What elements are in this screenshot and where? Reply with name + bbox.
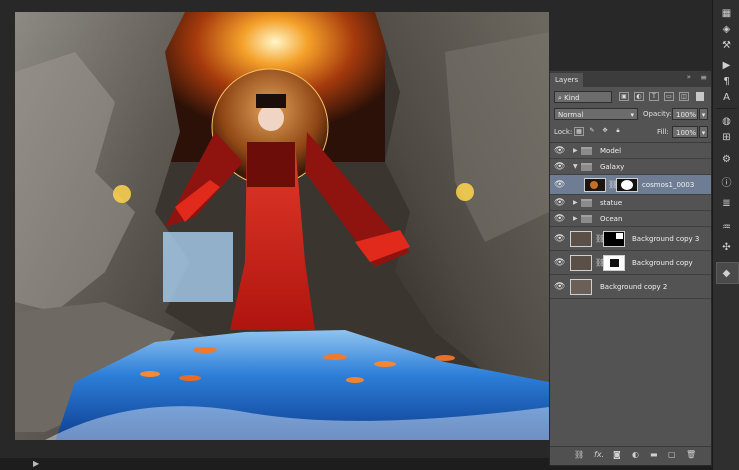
layers-icon[interactable]: ◆ xyxy=(718,266,735,280)
expand-arrow-icon[interactable]: ▶ xyxy=(573,199,578,206)
layer-thumbnail xyxy=(570,279,592,295)
chevron-down-icon: ▾ xyxy=(630,111,634,119)
layer-mask-thumbnail[interactable] xyxy=(603,231,625,247)
history-icon[interactable]: ▦ xyxy=(718,6,735,20)
layer-row-galaxy[interactable]: 👁︎ ▼ Galaxy xyxy=(550,159,711,175)
layer-row-model[interactable]: 👁︎ ▶ Model xyxy=(550,143,711,159)
layer-row-ocean[interactable]: 👁︎ ▶ Ocean xyxy=(550,211,711,227)
brush-icon[interactable]: ◍ xyxy=(718,114,735,128)
layer-name: Model xyxy=(600,147,622,155)
paragraph-icon[interactable]: ¶ xyxy=(718,74,735,88)
visibility-eye-icon[interactable]: 👁︎ xyxy=(554,282,565,292)
play-icon[interactable]: ▶ xyxy=(718,58,735,72)
mask-icon[interactable]: ◙ xyxy=(613,450,621,459)
folder-icon xyxy=(581,147,592,155)
layer-mask-thumbnail[interactable] xyxy=(603,255,625,271)
filter-toggle-icon[interactable] xyxy=(696,92,704,101)
layer-name: Galaxy xyxy=(600,163,625,171)
collapse-icon[interactable]: » xyxy=(687,73,691,81)
lock-move-icon[interactable]: ✥ xyxy=(600,127,610,136)
status-menu-arrow-icon[interactable]: ▶ xyxy=(33,459,39,468)
layer-row-background-copy-3[interactable]: 👁︎ ⛓︎ Background copy 3 xyxy=(550,227,711,251)
fx-icon[interactable]: fx. xyxy=(594,450,604,459)
swatches-icon[interactable]: ◈ xyxy=(718,22,735,36)
paths-icon[interactable]: ✣ xyxy=(718,240,735,254)
filter-type-icon[interactable]: T xyxy=(649,92,659,101)
layer-row-cosmos[interactable]: 👁︎ ⛓︎ cosmos1_0003 xyxy=(550,175,711,195)
layers-panel: Layers » ≡ ⌕ Kind ▣ ◐ T ▭ ◫ Normal ▾ Opa… xyxy=(549,70,712,466)
layer-mask-thumbnail[interactable] xyxy=(616,178,638,192)
layer-thumbnail xyxy=(570,255,592,271)
folder-icon xyxy=(581,163,592,171)
layer-name: Background copy 2 xyxy=(600,283,668,291)
blend-mode-label: Normal xyxy=(558,111,584,119)
lock-transparent-icon[interactable]: ▦ xyxy=(574,127,584,136)
visibility-eye-icon[interactable]: 👁︎ xyxy=(554,180,565,190)
lock-label: Lock: xyxy=(554,128,573,136)
fill-input[interactable]: 100% xyxy=(672,126,698,138)
filter-kind-label: Kind xyxy=(564,94,580,102)
visibility-eye-icon[interactable]: 👁︎ xyxy=(554,258,565,268)
layer-row-background-copy[interactable]: 👁︎ ⛓︎ Background copy xyxy=(550,251,711,275)
layer-name: statue xyxy=(600,199,623,207)
visibility-eye-icon[interactable]: 👁︎ xyxy=(554,198,565,208)
folder-icon[interactable]: ▬ xyxy=(650,450,658,459)
panel-menu-icon[interactable]: ≡ xyxy=(700,73,707,82)
filter-smart-icon[interactable]: ◫ xyxy=(679,92,689,101)
properties-icon[interactable]: ≣ xyxy=(718,196,735,210)
layer-thumbnail xyxy=(570,231,592,247)
layer-name: Ocean xyxy=(600,215,623,223)
composite-artwork xyxy=(15,12,549,440)
folder-icon xyxy=(581,215,592,223)
collapse-arrow-icon[interactable]: ▼ xyxy=(573,163,578,170)
lock-all-icon[interactable]: 🔒︎ xyxy=(613,127,623,136)
adjust-icon[interactable]: ⚒ xyxy=(718,38,735,52)
layer-name: Background copy xyxy=(632,259,693,267)
filter-shape-icon[interactable]: ▭ xyxy=(664,92,674,101)
sliders-icon[interactable]: ♒ xyxy=(718,220,735,234)
visibility-eye-icon[interactable]: 👁︎ xyxy=(554,146,565,156)
opacity-label: Opacity: xyxy=(643,110,672,118)
adjustment-icon[interactable]: ◐ xyxy=(632,450,639,459)
document-canvas[interactable] xyxy=(15,12,549,440)
filter-kind-select[interactable]: ⌕ Kind xyxy=(554,91,612,103)
layer-name: cosmos1_0003 xyxy=(642,181,695,189)
trash-icon[interactable]: 🗑︎ xyxy=(686,450,696,459)
new-layer-icon[interactable]: ▢ xyxy=(668,450,676,459)
expand-arrow-icon[interactable]: ▶ xyxy=(573,147,578,154)
fill-label: Fill: xyxy=(657,128,669,136)
layer-name: Background copy 3 xyxy=(632,235,700,243)
lock-paint-icon[interactable]: ✎ xyxy=(587,127,597,136)
visibility-eye-icon[interactable]: 👁︎ xyxy=(554,234,565,244)
opacity-input[interactable]: 100% xyxy=(672,108,698,120)
dock-divider xyxy=(716,108,737,109)
visibility-eye-icon[interactable]: 👁︎ xyxy=(554,162,565,172)
expand-arrow-icon[interactable]: ▶ xyxy=(573,215,578,222)
layer-thumbnail xyxy=(584,178,606,192)
info-icon[interactable]: ⓘ xyxy=(718,174,735,189)
filter-adjust-icon[interactable]: ◐ xyxy=(634,92,644,101)
filter-pixel-icon[interactable]: ▣ xyxy=(619,92,629,101)
tab-layers[interactable]: Layers xyxy=(550,73,584,87)
link-icon[interactable]: ⛓︎ xyxy=(574,450,584,459)
blend-mode-select[interactable]: Normal ▾ xyxy=(554,108,638,120)
layer-row-statue[interactable]: 👁︎ ▶ statue xyxy=(550,195,711,211)
opacity-dropdown-icon[interactable]: ▾ xyxy=(699,108,708,120)
char-icon[interactable]: A xyxy=(718,90,735,104)
layer-row-background-copy-2[interactable]: 👁︎ Background copy 2 xyxy=(550,275,711,299)
clone-icon[interactable]: ⊞ xyxy=(718,130,735,144)
panel-header: Layers » ≡ xyxy=(550,71,711,87)
visibility-eye-icon[interactable]: 👁︎ xyxy=(554,214,565,224)
fill-dropdown-icon[interactable]: ▾ xyxy=(699,126,708,138)
tool-presets-icon[interactable]: ⚙ xyxy=(718,152,735,166)
layers-panel-footer: ⛓︎ fx. ◙ ◐ ▬ ▢ 🗑︎ xyxy=(550,446,711,465)
right-panel-dock: ▦ ◈ ⚒ ▶ ¶ A ◍ ⊞ ⚙ ⓘ ≣ ♒ ✣ ◆ xyxy=(712,0,739,470)
folder-icon xyxy=(581,199,592,207)
